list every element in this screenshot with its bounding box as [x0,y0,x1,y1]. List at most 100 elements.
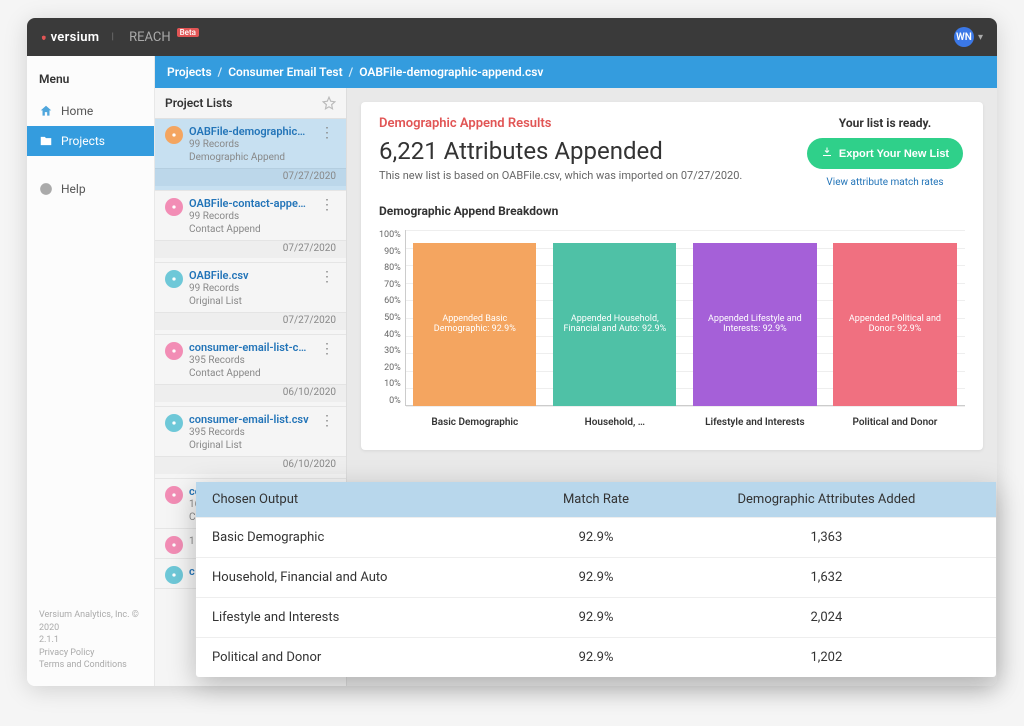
menu-title: Menu [27,66,154,96]
sidebar-item-label: Help [61,182,86,196]
file-meta: Contact Append [189,367,312,380]
project-list-title: Project Lists [165,96,232,110]
bars: Appended Basic Demographic: 92.9%Basic D… [405,230,965,406]
crumb-file[interactable]: OABFile-demographic-append.csv [359,65,543,79]
brand-divider: | [103,28,122,46]
plot-area: Appended Basic Demographic: 92.9% Basic D… [405,226,965,436]
shield-icon [41,30,47,44]
file-type-icon [165,342,183,360]
brand-sub: REACH [129,30,171,45]
project-list-header: Project Lists [155,88,346,119]
y-tick: 60% [379,296,401,306]
list-item[interactable]: OABFile-contact-appe…99 RecordsContact A… [155,191,346,263]
footer-version: 2.1.1 [39,634,142,647]
file-type-icon [165,536,183,554]
brand-main: versium [51,30,100,45]
crumb-projects[interactable]: Projects [167,65,212,79]
file-date: 06/10/2020 [155,384,346,402]
avatar: WN [954,27,974,47]
sidebar-item-home[interactable]: Home [27,96,154,126]
file-meta: Contact Append [189,223,312,236]
y-tick: 100% [379,230,401,240]
file-type-icon [165,414,183,432]
y-tick: 30% [379,346,401,356]
file-meta: 99 Records [189,210,312,223]
match-rate-table: Chosen Output Match Rate Demographic Att… [196,482,996,677]
kebab-icon[interactable]: ⋮ [318,341,336,357]
breadcrumb: Projects / Consumer Email Test / OABFile… [155,56,997,88]
footer-copyright: Versium Analytics, Inc. © 2020 [39,609,142,634]
x-tick: Basic Demographic [413,417,536,428]
td-attributes: 1,202 [673,650,980,665]
bar[interactable]: Appended Lifestyle and Interests: 92.9% [693,243,816,407]
list-item[interactable]: consumer-email-list-c…395 RecordsContact… [155,335,346,407]
x-tick: Political and Donor [833,417,956,428]
sidebar-footer: Versium Analytics, Inc. © 2020 2.1.1 Pri… [27,599,154,686]
y-tick: 0% [379,396,401,406]
file-meta: 99 Records [189,138,312,151]
help-icon [39,182,53,196]
file-meta: 395 Records [189,426,312,439]
footer-terms[interactable]: Terms and Conditions [39,659,142,672]
download-icon [821,146,833,161]
file-name[interactable]: OABFile-demographic… [189,125,312,138]
star-icon[interactable] [322,96,336,110]
view-match-rates-link[interactable]: View attribute match rates [805,177,965,188]
list-item[interactable]: OABFile.csv99 RecordsOriginal List⋮07/27… [155,263,346,335]
table-row: Lifestyle and Interests92.9%2,024 [196,597,996,637]
y-tick: 80% [379,263,401,273]
td-attributes: 2,024 [673,610,980,625]
list-item[interactable]: OABFile-demographic…99 RecordsDemographi… [155,119,346,191]
file-name[interactable]: consumer-email-list.csv [189,413,312,426]
breakdown-chart: 100%90%80%70%60%50%40%30%20%10%0% Append… [379,226,965,436]
export-button[interactable]: Export Your New List [807,138,963,169]
file-name[interactable]: OABFile.csv [189,269,312,282]
th-attributes-added: Demographic Attributes Added [673,492,980,507]
bar[interactable]: Appended Political and Donor: 92.9% [833,243,956,407]
x-tick: Household, … [553,417,676,428]
file-type-icon [165,566,183,584]
list-item[interactable]: consumer-email-list.csv395 RecordsOrigin… [155,407,346,479]
td-output: Political and Donor [212,650,519,665]
sidebar-item-projects[interactable]: Projects [27,126,154,156]
y-tick: 20% [379,363,401,373]
brand: versium | REACH Beta [41,28,199,46]
file-meta: 395 Records [189,354,312,367]
y-tick: 50% [379,313,401,323]
file-type-icon [165,486,183,504]
kebab-icon[interactable]: ⋮ [318,197,336,213]
table-row: Household, Financial and Auto92.9%1,632 [196,557,996,597]
td-attributes: 1,632 [673,570,980,585]
table-header-row: Chosen Output Match Rate Demographic Att… [196,482,996,517]
bar[interactable]: Appended Household, Financial and Auto: … [553,243,676,407]
table-row: Political and Donor92.9%1,202 [196,637,996,677]
th-match-rate: Match Rate [519,492,673,507]
ready-text: Your list is ready. [805,116,965,130]
sidebar-item-help[interactable]: Help [27,174,154,204]
file-name[interactable]: OABFile-contact-appe… [189,197,312,210]
kebab-icon[interactable]: ⋮ [318,269,336,285]
file-date: 07/27/2020 [155,312,346,330]
file-type-icon [165,126,183,144]
topbar: versium | REACH Beta WN ▾ [27,18,997,56]
y-tick: 40% [379,330,401,340]
y-axis: 100%90%80%70%60%50%40%30%20%10%0% [379,230,405,406]
kebab-icon[interactable]: ⋮ [318,125,336,141]
file-type-icon [165,270,183,288]
x-tick: Lifestyle and Interests [693,417,816,428]
user-menu[interactable]: WN ▾ [954,27,983,47]
file-meta: Demographic Append [189,151,312,164]
crumb-separator: / [218,65,223,79]
file-date: 06/10/2020 [155,456,346,474]
sidebar-item-label: Projects [61,134,105,148]
file-name[interactable]: consumer-email-list-c… [189,341,312,354]
crumb-project[interactable]: Consumer Email Test [228,65,342,79]
y-tick: 70% [379,280,401,290]
results-headline: 6,221 Attributes Appended [379,137,742,165]
bar[interactable]: Appended Basic Demographic: 92.9% [413,243,536,407]
footer-privacy[interactable]: Privacy Policy [39,647,142,660]
file-date: 07/27/2020 [155,240,346,258]
td-output: Household, Financial and Auto [212,570,519,585]
td-match-rate: 92.9% [519,650,673,665]
kebab-icon[interactable]: ⋮ [318,413,336,429]
